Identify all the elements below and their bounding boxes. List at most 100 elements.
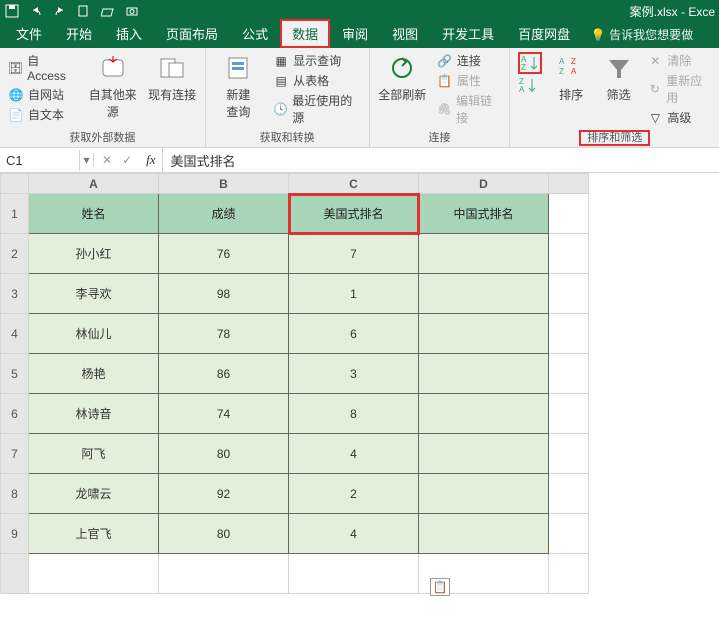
cell-A4[interactable]: 林仙儿 (29, 314, 159, 354)
row-header-4[interactable]: 4 (1, 314, 29, 354)
select-all-corner[interactable] (1, 174, 29, 194)
cell-C3[interactable]: 1 (289, 274, 419, 314)
tab-file[interactable]: 文件 (4, 19, 54, 48)
cell-B10[interactable] (159, 554, 289, 594)
filter-button[interactable]: 筛选 (600, 52, 637, 103)
cell-E7[interactable] (549, 434, 589, 474)
cell-C7[interactable]: 4 (289, 434, 419, 474)
cell-D5[interactable] (419, 354, 549, 394)
cell-D6[interactable] (419, 394, 549, 434)
advanced-filter-button[interactable]: ▽高级 (647, 109, 711, 126)
cell-B7[interactable]: 80 (159, 434, 289, 474)
cell-E10[interactable] (549, 554, 589, 594)
cell-C2[interactable]: 7 (289, 234, 419, 274)
cell-B3[interactable]: 98 (159, 274, 289, 314)
row-header-8[interactable]: 8 (1, 474, 29, 514)
sort-desc-button[interactable]: ZA (518, 76, 542, 94)
cell-D1[interactable]: 中国式排名 (419, 194, 549, 234)
cell-A9[interactable]: 上官飞 (29, 514, 159, 554)
tab-baidu[interactable]: 百度网盘 (506, 19, 582, 48)
cell-A6[interactable]: 林诗音 (29, 394, 159, 434)
redo-icon[interactable] (52, 3, 68, 19)
save-icon[interactable] (4, 3, 20, 19)
cell-E6[interactable] (549, 394, 589, 434)
row-header-3[interactable]: 3 (1, 274, 29, 314)
fx-icon[interactable]: fx (140, 152, 161, 168)
cell-B2[interactable]: 76 (159, 234, 289, 274)
from-web-button[interactable]: 🌐自网站 (8, 86, 78, 103)
cell-C9[interactable]: 4 (289, 514, 419, 554)
cell-D2[interactable] (419, 234, 549, 274)
cell-B5[interactable]: 86 (159, 354, 289, 394)
row-header-10[interactable] (1, 554, 29, 594)
worksheet[interactable]: A B C D 1 姓名 成绩 美国式排名 中国式排名 2 孙小红 76 7 3… (0, 173, 719, 594)
cell-D7[interactable] (419, 434, 549, 474)
tab-formulas[interactable]: 公式 (230, 19, 280, 48)
row-header-5[interactable]: 5 (1, 354, 29, 394)
tab-home[interactable]: 开始 (54, 19, 104, 48)
cell-C8[interactable]: 2 (289, 474, 419, 514)
tab-data[interactable]: 数据 (280, 19, 330, 48)
show-queries-button[interactable]: ▦显示查询 (273, 52, 360, 69)
grid[interactable]: A B C D 1 姓名 成绩 美国式排名 中国式排名 2 孙小红 76 7 3… (0, 173, 589, 594)
cell-B6[interactable]: 74 (159, 394, 289, 434)
col-header-D[interactable]: D (419, 174, 549, 194)
from-other-sources-button[interactable]: 自其他来源 (88, 52, 137, 120)
cell-A1[interactable]: 姓名 (29, 194, 159, 234)
tab-dev[interactable]: 开发工具 (430, 19, 506, 48)
col-header-B[interactable]: B (159, 174, 289, 194)
cell-A3[interactable]: 李寻欢 (29, 274, 159, 314)
row-header-1[interactable]: 1 (1, 194, 29, 234)
cell-C4[interactable]: 6 (289, 314, 419, 354)
cell-A10[interactable] (29, 554, 159, 594)
cell-D4[interactable] (419, 314, 549, 354)
cell-D8[interactable] (419, 474, 549, 514)
sort-asc-button[interactable]: AZ (518, 52, 542, 74)
cell-C6[interactable]: 8 (289, 394, 419, 434)
cell-D9[interactable] (419, 514, 549, 554)
existing-connections-button[interactable]: 现有连接 (147, 52, 196, 103)
cell-C10[interactable] (289, 554, 419, 594)
cell-A5[interactable]: 杨艳 (29, 354, 159, 394)
cell-B8[interactable]: 92 (159, 474, 289, 514)
connections-button[interactable]: 🔗连接 (437, 52, 502, 69)
camera-icon[interactable] (124, 3, 140, 19)
cell-B9[interactable]: 80 (159, 514, 289, 554)
col-header-E[interactable] (549, 174, 589, 194)
tab-insert[interactable]: 插入 (104, 19, 154, 48)
cell-B4[interactable]: 78 (159, 314, 289, 354)
cell-A8[interactable]: 龙啸云 (29, 474, 159, 514)
sort-dialog-button[interactable]: AZZA 排序 (552, 52, 589, 103)
cell-E2[interactable] (549, 234, 589, 274)
from-table-button[interactable]: ▤从表格 (273, 72, 360, 89)
col-header-C[interactable]: C (289, 174, 419, 194)
undo-icon[interactable] (28, 3, 44, 19)
cell-E4[interactable] (549, 314, 589, 354)
cell-A2[interactable]: 孙小红 (29, 234, 159, 274)
cell-E8[interactable] (549, 474, 589, 514)
name-box-dropdown[interactable]: ▾ (80, 153, 94, 167)
tab-view[interactable]: 视图 (380, 19, 430, 48)
row-header-2[interactable]: 2 (1, 234, 29, 274)
cell-C5[interactable]: 3 (289, 354, 419, 394)
paste-options-button[interactable]: 📋 (430, 578, 450, 596)
cell-B1[interactable]: 成绩 (159, 194, 289, 234)
cell-E3[interactable] (549, 274, 589, 314)
refresh-all-button[interactable]: 全部刷新 (378, 52, 427, 103)
new-icon[interactable] (76, 3, 92, 19)
row-header-9[interactable]: 9 (1, 514, 29, 554)
cell-D3[interactable] (419, 274, 549, 314)
name-box[interactable]: C1 (0, 150, 80, 171)
cell-E9[interactable] (549, 514, 589, 554)
cell-E1[interactable] (549, 194, 589, 234)
col-header-A[interactable]: A (29, 174, 159, 194)
tell-me-search[interactable]: 💡 告诉我您想要做 (582, 21, 701, 48)
recent-sources-button[interactable]: 🕓最近使用的源 (273, 92, 360, 126)
from-access-button[interactable]: 🗄自 Access (8, 52, 78, 83)
new-query-button[interactable]: 新建 查询 (214, 52, 263, 120)
tab-review[interactable]: 审阅 (330, 19, 380, 48)
cell-A7[interactable]: 阿飞 (29, 434, 159, 474)
formula-bar[interactable]: 美国式排名 (162, 148, 719, 173)
cell-C1[interactable]: 美国式排名 (289, 194, 419, 234)
from-text-button[interactable]: 📄自文本 (8, 106, 78, 123)
